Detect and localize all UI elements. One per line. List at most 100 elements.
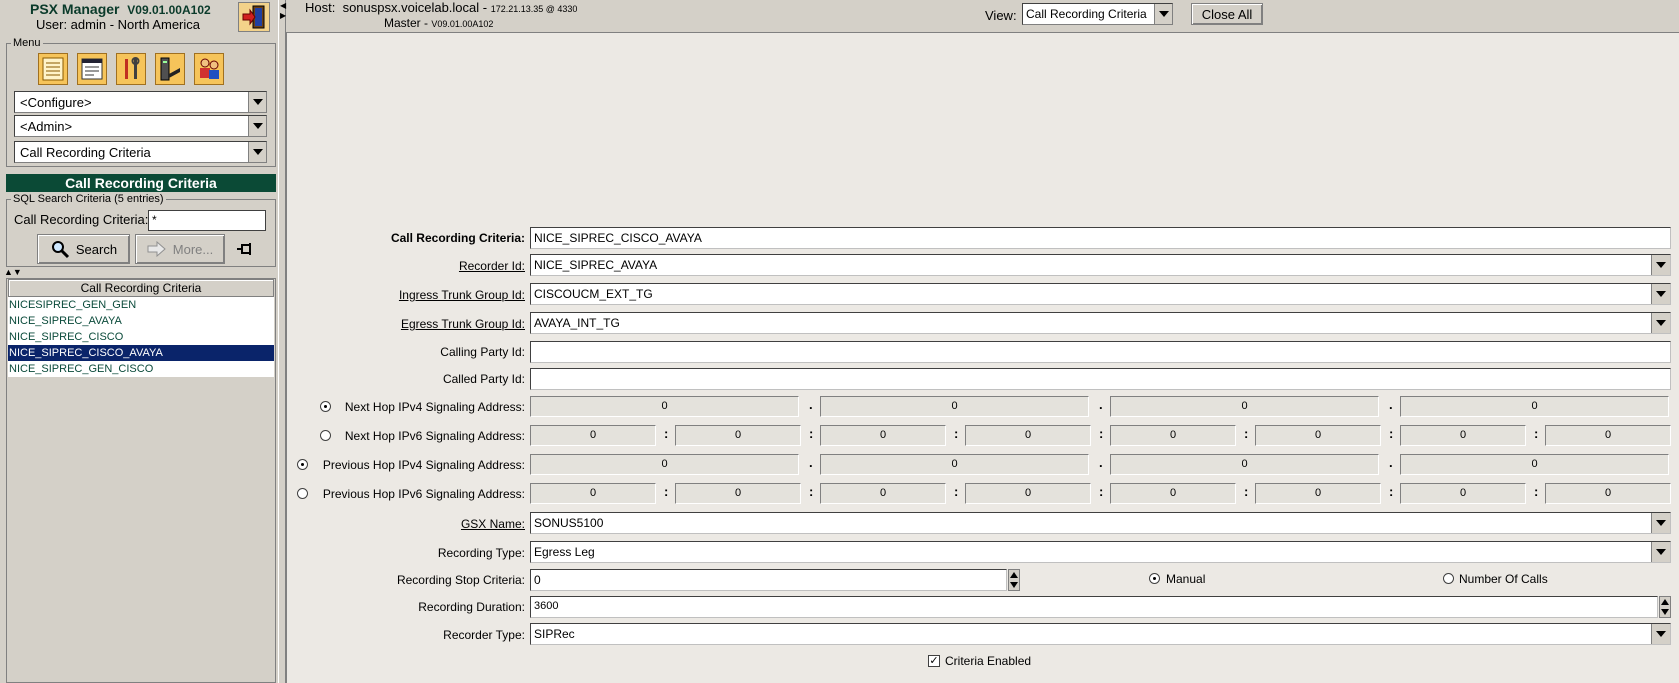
sql-search-legend: SQL Search Criteria (5 entries) bbox=[13, 193, 164, 205]
previous-hop-ipv4-octet-1[interactable]: 0 bbox=[530, 454, 799, 475]
chevron-down-icon[interactable] bbox=[1651, 624, 1670, 644]
previous-hop-ipv6-group-7[interactable]: 0 bbox=[1400, 483, 1526, 504]
list-item[interactable]: NICE_SIPREC_CISCO bbox=[8, 329, 274, 345]
view-select[interactable]: Call Recording Criteria bbox=[1022, 3, 1173, 25]
menu-form-button[interactable] bbox=[77, 53, 107, 85]
next-hop-ipv6-group-1[interactable]: 0 bbox=[530, 425, 656, 446]
ip-dot-separator: . bbox=[1099, 455, 1103, 470]
recorder-type-value: SIPRec bbox=[534, 627, 575, 641]
next-hop-ipv4-octet-2[interactable]: 0 bbox=[820, 396, 1089, 417]
entity-select[interactable]: Call Recording Criteria bbox=[14, 141, 267, 163]
next-hop-ipv6-group-2[interactable]: 0 bbox=[675, 425, 801, 446]
previous-hop-ipv6-group-1[interactable]: 0 bbox=[530, 483, 656, 504]
criteria-enabled-checkbox[interactable]: ✓ bbox=[928, 655, 940, 667]
egress-trunk-select[interactable]: AVAYA_INT_TG bbox=[530, 312, 1671, 334]
ip-dot-separator: . bbox=[1389, 397, 1393, 412]
list-icon bbox=[42, 57, 64, 81]
ip-colon-separator: : bbox=[1244, 426, 1249, 441]
list-item[interactable]: NICE_SIPREC_GEN_CISCO bbox=[8, 361, 274, 377]
chevron-down-icon[interactable] bbox=[1651, 284, 1670, 304]
recording-duration-field[interactable]: 3600 bbox=[530, 596, 1658, 618]
previous-hop-ipv4-octet-4[interactable]: 0 bbox=[1400, 454, 1669, 475]
sql-search-input[interactable]: * bbox=[148, 210, 266, 231]
list-item-selected[interactable]: NICE_SIPREC_CISCO_AVAYA bbox=[8, 345, 274, 361]
ip-colon-separator: : bbox=[664, 484, 669, 499]
app-title: PSX Manager V09.01.00A102 bbox=[30, 1, 211, 17]
ip-dot-separator: . bbox=[809, 397, 813, 412]
previous-hop-ipv6-group-6[interactable]: 0 bbox=[1255, 483, 1381, 504]
recorder-type-select[interactable]: SIPRec bbox=[530, 623, 1671, 645]
ip-colon-separator: : bbox=[954, 426, 959, 441]
number-of-calls-radio[interactable] bbox=[1443, 573, 1454, 584]
chevron-down-icon[interactable] bbox=[1651, 313, 1670, 333]
ingress-trunk-select[interactable]: CISCOUCM_EXT_TG bbox=[530, 283, 1671, 305]
previous-hop-ipv4-radio[interactable] bbox=[297, 459, 308, 470]
gsx-name-select[interactable]: SONUS5100 bbox=[530, 512, 1671, 534]
panel-splitter[interactable]: ◀ ▶ bbox=[278, 0, 286, 683]
recorder-id-select[interactable]: NICE_SIPREC_AVAYA bbox=[530, 254, 1671, 276]
menu-tools-button[interactable] bbox=[116, 53, 146, 85]
ingress-trunk-label[interactable]: Ingress Trunk Group Id: bbox=[399, 288, 525, 302]
close-all-button[interactable]: Close All bbox=[1191, 3, 1263, 25]
split-arrows-icon[interactable]: ▲▼ bbox=[4, 268, 22, 277]
chevron-down-icon[interactable] bbox=[248, 142, 266, 162]
exit-button[interactable] bbox=[238, 2, 270, 32]
menu-list-button[interactable] bbox=[38, 53, 68, 85]
admin-select[interactable]: <Admin> bbox=[14, 115, 267, 137]
more-button[interactable]: More... bbox=[135, 234, 225, 264]
menu-server-button[interactable] bbox=[155, 53, 185, 85]
chevron-down-icon[interactable] bbox=[1651, 542, 1670, 562]
next-hop-ipv6-radio[interactable] bbox=[320, 430, 331, 441]
chevron-down-icon[interactable] bbox=[1651, 255, 1670, 275]
entity-select-value: Call Recording Criteria bbox=[20, 145, 151, 160]
menu-users-button[interactable] bbox=[194, 53, 224, 85]
calling-party-field[interactable] bbox=[530, 341, 1671, 363]
chevron-down-icon[interactable] bbox=[248, 116, 266, 136]
next-hop-ipv6-group-7[interactable]: 0 bbox=[1400, 425, 1526, 446]
next-hop-ipv6-group-5[interactable]: 0 bbox=[1110, 425, 1236, 446]
previous-hop-ipv6-group-5[interactable]: 0 bbox=[1110, 483, 1236, 504]
recording-type-value: Egress Leg bbox=[534, 545, 595, 559]
close-all-label: Close All bbox=[1201, 6, 1253, 22]
number-of-calls-label: Number Of Calls bbox=[1459, 572, 1548, 586]
configure-select[interactable]: <Configure> bbox=[14, 91, 267, 113]
next-hop-ipv4-octet-1[interactable]: 0 bbox=[530, 396, 799, 417]
next-hop-ipv6-group-3[interactable]: 0 bbox=[820, 425, 946, 446]
chevron-down-icon[interactable] bbox=[248, 92, 266, 112]
previous-hop-ipv6-group-3[interactable]: 0 bbox=[820, 483, 946, 504]
next-hop-ipv6-group-6[interactable]: 0 bbox=[1255, 425, 1381, 446]
previous-hop-ipv6-radio[interactable] bbox=[297, 488, 308, 499]
list-item[interactable]: NICESIPREC_GEN_GEN bbox=[8, 297, 274, 313]
manual-radio[interactable] bbox=[1149, 573, 1160, 584]
recording-type-select[interactable]: Egress Leg bbox=[530, 541, 1671, 563]
gsx-name-value: SONUS5100 bbox=[534, 516, 604, 530]
recorder-id-label[interactable]: Recorder Id: bbox=[459, 259, 525, 273]
next-hop-ipv4-radio[interactable] bbox=[320, 401, 331, 412]
list-item[interactable]: NICE_SIPREC_AVAYA bbox=[8, 313, 274, 329]
next-hop-ipv4-octet-3[interactable]: 0 bbox=[1110, 396, 1379, 417]
previous-hop-ipv6-group-2[interactable]: 0 bbox=[675, 483, 801, 504]
chevron-down-icon[interactable] bbox=[1154, 4, 1172, 24]
previous-hop-ipv4-octet-3[interactable]: 0 bbox=[1110, 454, 1379, 475]
manual-label: Manual bbox=[1166, 572, 1206, 586]
previous-hop-ipv6-group-4[interactable]: 0 bbox=[965, 483, 1091, 504]
pin-icon[interactable] bbox=[236, 242, 254, 259]
host-info: Host: sonuspsx.voicelab.local - 172.21.1… bbox=[305, 0, 578, 15]
chevron-down-icon[interactable] bbox=[1651, 513, 1670, 533]
ip-dot-separator: . bbox=[1389, 455, 1393, 470]
egress-trunk-label[interactable]: Egress Trunk Group Id: bbox=[401, 317, 525, 331]
called-party-field[interactable] bbox=[530, 368, 1671, 390]
search-button[interactable]: Search bbox=[37, 234, 130, 264]
gsx-name-label[interactable]: GSX Name: bbox=[461, 517, 525, 531]
admin-select-value: <Admin> bbox=[20, 119, 73, 134]
previous-hop-ipv6-group-8[interactable]: 0 bbox=[1545, 483, 1671, 504]
crc-field[interactable]: NICE_SIPREC_CISCO_AVAYA bbox=[530, 227, 1671, 249]
result-list-header[interactable]: Call Recording Criteria bbox=[8, 279, 274, 297]
recording-duration-stepper[interactable] bbox=[1659, 596, 1671, 618]
next-hop-ipv6-group-8[interactable]: 0 bbox=[1545, 425, 1671, 446]
stop-criteria-stepper[interactable] bbox=[1008, 569, 1020, 591]
next-hop-ipv4-octet-4[interactable]: 0 bbox=[1400, 396, 1669, 417]
next-hop-ipv6-group-4[interactable]: 0 bbox=[965, 425, 1091, 446]
stop-criteria-field[interactable]: 0 bbox=[530, 569, 1007, 591]
previous-hop-ipv4-octet-2[interactable]: 0 bbox=[820, 454, 1089, 475]
